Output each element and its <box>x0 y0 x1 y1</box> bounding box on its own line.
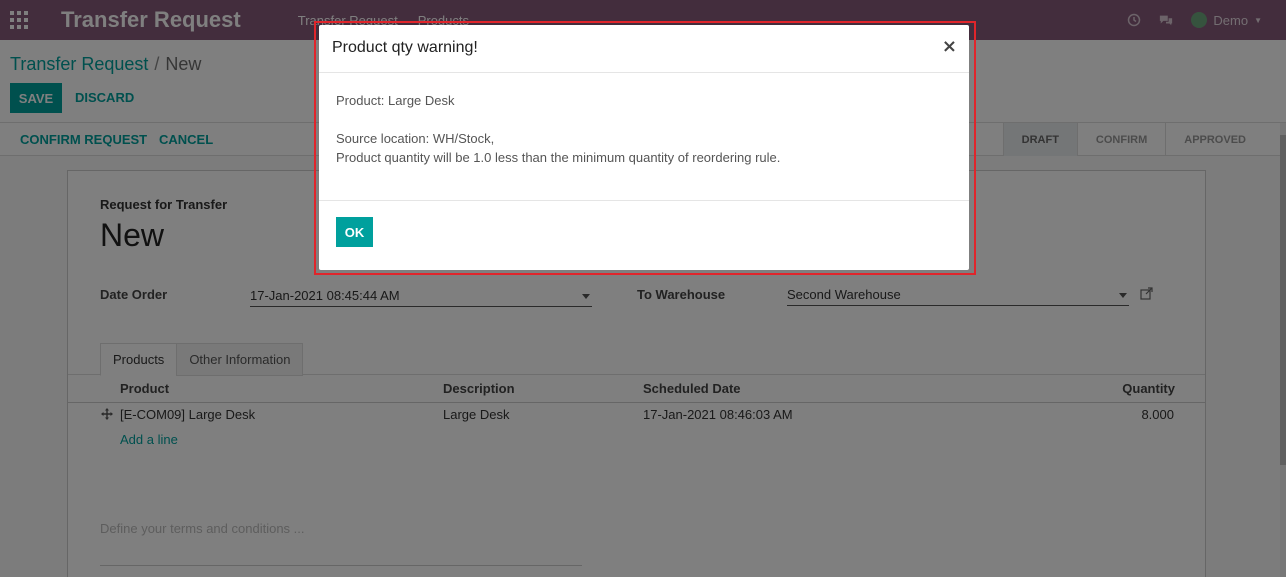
dialog-header: Product qty warning! × <box>319 25 969 73</box>
dialog-title: Product qty warning! <box>332 39 478 56</box>
dialog-product-line: Product: Large Desk <box>336 93 455 108</box>
dialog-location-line: Source location: WH/Stock, <box>336 131 495 146</box>
ok-button[interactable]: OK <box>336 217 373 247</box>
dialog-body: Product: Large Desk Source location: WH/… <box>336 91 956 167</box>
dialog-footer: OK <box>319 200 969 270</box>
close-icon[interactable]: × <box>942 38 957 56</box>
dialog-quantity-line: Product quantity will be 1.0 less than t… <box>336 150 781 165</box>
warning-dialog: Product qty warning! × Product: Large De… <box>319 25 969 270</box>
